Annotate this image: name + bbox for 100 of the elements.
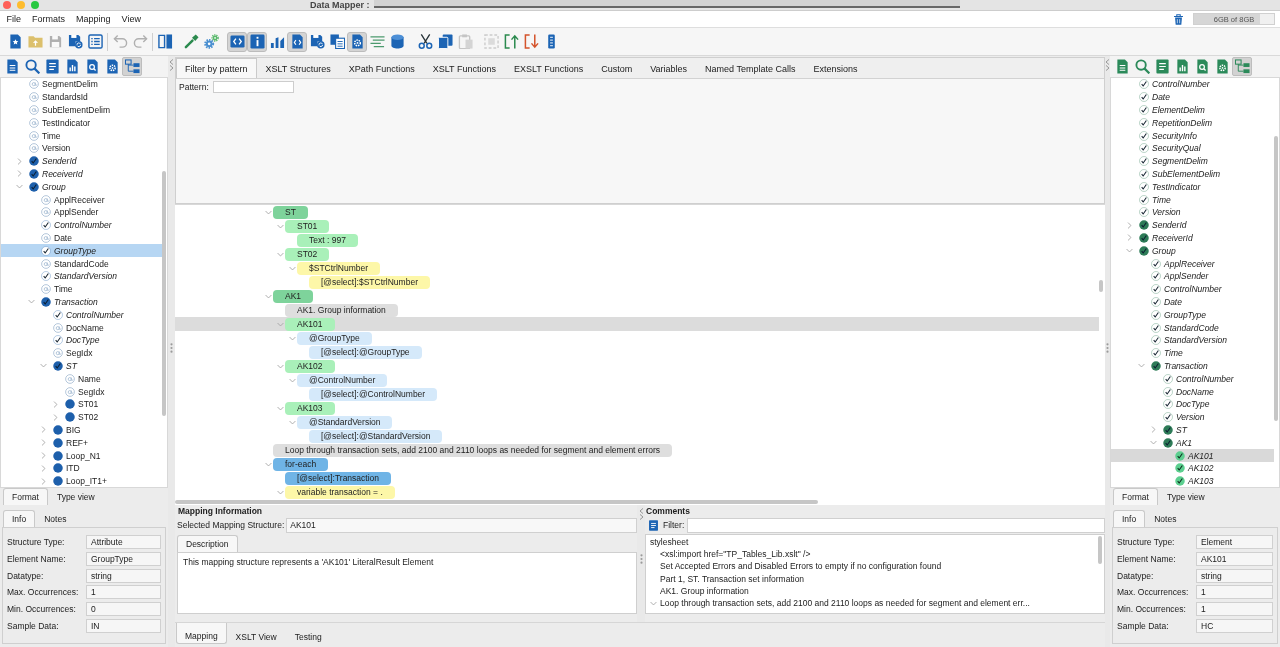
tree-item[interactable]: Group	[1, 180, 162, 194]
tab[interactable]: Extensions	[804, 58, 867, 78]
property-field[interactable]: GroupType	[86, 551, 161, 566]
tab[interactable]: Info	[3, 510, 36, 527]
scrollbar[interactable]	[1099, 280, 1103, 292]
property-field[interactable]: string	[86, 568, 161, 583]
tab[interactable]: Type view	[47, 488, 104, 505]
code-document-button[interactable]	[287, 31, 307, 52]
tree-item[interactable]: SegmentDelim	[1111, 154, 1274, 168]
tab[interactable]: XSLT Functions	[423, 58, 505, 78]
list-button[interactable]	[85, 31, 105, 52]
tab[interactable]: XSLT View	[226, 623, 286, 644]
mapping-node[interactable]: variable transaction = .	[285, 485, 395, 499]
chevron-down-icon[interactable]	[650, 599, 657, 607]
comment-item[interactable]: Part 1, ST. Transaction set information	[646, 572, 1098, 585]
property-field[interactable]: 1	[1196, 602, 1273, 617]
chevron-right-icon[interactable]	[40, 452, 47, 459]
tree-item[interactable]: Transaction	[1, 295, 162, 309]
tree-item[interactable]: SenderId	[1, 154, 162, 168]
filter-field[interactable]	[687, 517, 1105, 533]
tab[interactable]: Format	[3, 488, 48, 505]
chevron-down-icon[interactable]	[277, 362, 284, 370]
chevron-down-icon[interactable]	[265, 460, 272, 468]
chevron-right-icon[interactable]	[16, 170, 23, 178]
tree-item[interactable]: ControlNumber	[1, 218, 162, 232]
mapping-node[interactable]: AK1	[273, 289, 314, 303]
tree-item[interactable]: Time	[1, 129, 162, 142]
tree-item[interactable]: Version	[1111, 410, 1274, 424]
tree-item[interactable]: ReceiverId	[1, 167, 162, 181]
tree-item[interactable]: ApplReceiver	[1, 193, 162, 206]
mapping-node[interactable]: Loop through transaction sets, add 2100 and 2110 loops as needed for segment and element errors	[273, 443, 673, 457]
document-gear-button[interactable]	[347, 31, 367, 52]
tree-item[interactable]: GroupType	[1, 244, 162, 258]
tab[interactable]: Notes	[35, 510, 76, 527]
mapping-node[interactable]: Text : 997	[297, 233, 358, 247]
tree-item[interactable]: Version	[1, 142, 162, 155]
tree-item[interactable]: ReceiverId	[1111, 231, 1274, 245]
tree-item[interactable]: RepetitionDelim	[1111, 116, 1274, 130]
tree-item[interactable]: Time	[1111, 346, 1274, 360]
scrollbar[interactable]	[175, 500, 818, 504]
tree-item[interactable]: Loop_IT1+	[1, 474, 162, 487]
tree-item[interactable]: Loop_N1	[1, 449, 162, 462]
tree-item[interactable]: StandardVersion	[1111, 333, 1274, 347]
tab[interactable]: Info	[1113, 510, 1146, 527]
tab[interactable]: Type view	[1157, 488, 1214, 505]
tree-item[interactable]: ST	[1111, 423, 1274, 437]
mapping-node[interactable]: $STCtrlNumber	[297, 261, 381, 275]
code-button[interactable]	[227, 31, 247, 52]
mapping-node[interactable]: AK1. Group information	[285, 303, 398, 317]
chevron-down-icon[interactable]	[277, 222, 284, 230]
tab[interactable]: EXSLT Functions	[505, 58, 593, 78]
mapping-node[interactable]: for-each	[273, 457, 329, 471]
tab[interactable]: Description	[177, 535, 238, 552]
tree-item[interactable]: StandardCode	[1, 257, 162, 270]
collapse-arrows-icon[interactable]	[1105, 59, 1110, 71]
tree-item[interactable]: StandardVersion	[1, 269, 162, 283]
mapping-node[interactable]: ST01	[285, 219, 330, 233]
property-field[interactable]: AK101	[1196, 551, 1273, 566]
property-field[interactable]: string	[1196, 568, 1273, 583]
mapping-node[interactable]: [@select]:@StandardVersion	[309, 429, 443, 443]
tree-item[interactable]: AK1	[1111, 436, 1274, 450]
tree-item[interactable]: SubElementDelim	[1111, 167, 1274, 181]
comment-item[interactable]: Loop through transaction sets, add 2100 and 2110 loops as needed for segment and element err...	[646, 596, 1098, 610]
menu-item[interactable]: Mapping	[70, 14, 117, 24]
tab[interactable]: Testing	[285, 623, 331, 644]
property-field[interactable]: 0	[86, 602, 161, 617]
chevron-down-icon[interactable]	[28, 298, 35, 306]
chevron-down-icon[interactable]	[40, 362, 47, 370]
collapse-arrows-icon[interactable]	[638, 508, 644, 520]
chevron-down-icon[interactable]	[289, 418, 296, 426]
tree-view-button[interactable]	[122, 57, 142, 76]
tab[interactable]: Filter by pattern	[176, 58, 257, 78]
tree-item[interactable]: ApplReceiver	[1111, 257, 1274, 270]
comment-item[interactable]: stylesheet	[646, 536, 1098, 549]
mapping-node[interactable]: [@select]:$STCtrlNumber	[309, 275, 430, 289]
mapping-node[interactable]: @StandardVersion	[297, 415, 393, 429]
gears-button[interactable]	[201, 31, 221, 52]
tree-item[interactable]: REF+	[1, 436, 162, 450]
tree-item[interactable]: ITD	[1, 461, 162, 475]
tree-item[interactable]: Time	[1111, 193, 1274, 206]
window-zoom-button[interactable]	[31, 1, 39, 9]
chevron-down-icon[interactable]	[289, 376, 296, 384]
window-minimize-button[interactable]	[17, 1, 25, 9]
copy-button[interactable]	[435, 31, 455, 52]
scrollbar[interactable]	[1098, 536, 1102, 564]
tree-item[interactable]: DocType	[1111, 397, 1274, 411]
chevron-down-icon[interactable]	[277, 404, 284, 412]
chevron-right-icon[interactable]	[52, 413, 59, 421]
mapping-node[interactable]: ST02	[285, 247, 330, 261]
copy-document-button[interactable]	[327, 31, 347, 52]
chevron-right-icon[interactable]	[52, 400, 59, 408]
info-button[interactable]	[247, 31, 267, 52]
chevron-right-icon[interactable]	[40, 426, 47, 434]
property-field[interactable]: 1	[86, 585, 161, 600]
tree-item[interactable]: Transaction	[1111, 359, 1274, 373]
chevron-right-icon[interactable]	[40, 464, 47, 472]
chevron-down-icon[interactable]	[1150, 439, 1157, 447]
chevron-right-icon[interactable]	[1150, 426, 1157, 434]
tab[interactable]: Notes	[1145, 510, 1186, 527]
tree-item[interactable]: AK103	[1111, 474, 1274, 487]
